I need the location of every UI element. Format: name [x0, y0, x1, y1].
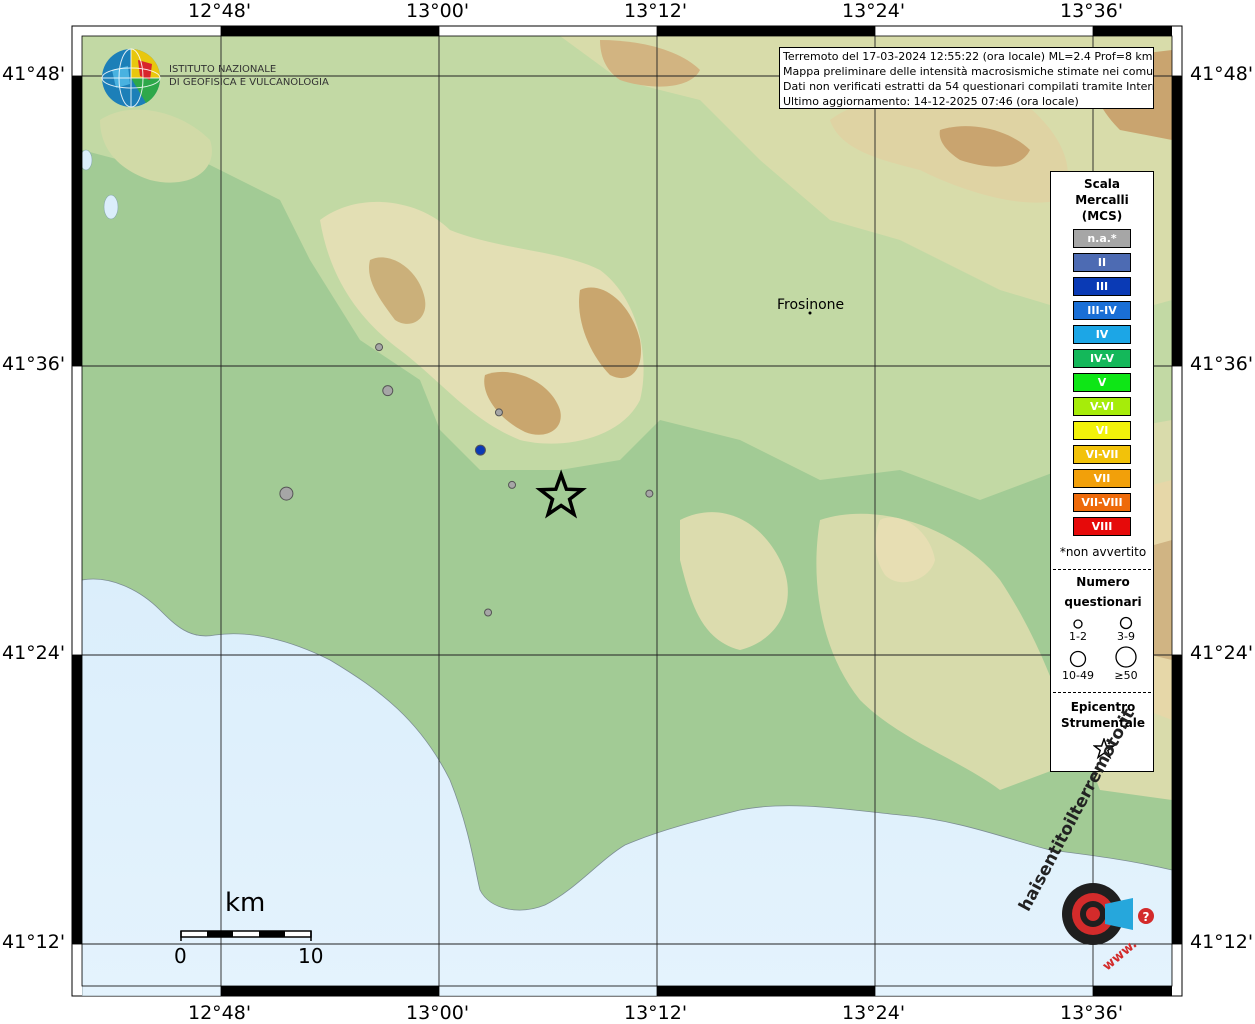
size-label-1-2: 1-2 — [1069, 630, 1087, 643]
ingv-line1: ISTITUTO NAZIONALE — [169, 64, 277, 75]
size-label-3-9: 3-9 — [1117, 630, 1135, 643]
legend-item: VII — [1073, 469, 1131, 488]
info-line-1: Terremoto del 17-03-2024 12:55:22 (ora l… — [783, 50, 1153, 63]
size-symbol-50 — [1115, 646, 1137, 668]
lon-label-top-1312: 13°12' — [624, 0, 688, 22]
intensity-point — [474, 444, 486, 456]
lat-label-left-4112: 41°12' — [2, 931, 66, 953]
legend-item: n.a.* — [1073, 229, 1131, 248]
legend-title-3: (MCS) — [1081, 209, 1123, 223]
intensity-point — [484, 608, 493, 617]
legend-title-1: Scala — [1083, 177, 1121, 191]
legend-numero-title-1: Numero — [1076, 575, 1130, 589]
mcs-legend: Scala Mercalli (MCS) n.a.* II III III-IV IV I… — [1050, 171, 1154, 772]
lat-label-left-4136: 41°36' — [2, 353, 66, 375]
legend-item: III — [1073, 277, 1131, 296]
lon-label-bottom-1324: 13°24' — [842, 1002, 906, 1024]
intensity-point — [494, 408, 503, 417]
lat-label-left-4148: 41°48' — [2, 63, 66, 85]
intensity-point — [375, 343, 384, 352]
legend-epicentro-1: Epicentro — [1070, 700, 1136, 714]
legend-title-2: Mercalli — [1075, 193, 1129, 207]
legend-numero-title-2: questionari — [1064, 595, 1142, 609]
lat-label-right-4148: 41°48' — [1190, 63, 1254, 85]
city-label: Frosinone — [777, 297, 845, 313]
intensity-point — [645, 489, 654, 498]
info-line-2: Mappa preliminare delle intensità macros… — [783, 65, 1154, 78]
lon-label-top-1324: 13°24' — [842, 0, 906, 22]
legend-item: V-VI — [1073, 397, 1131, 416]
lon-label-bottom-1336: 13°36' — [1060, 1002, 1124, 1024]
lon-label-bottom-1312: 13°12' — [624, 1002, 688, 1024]
terrain — [82, 36, 1172, 996]
legend-item: VII-VIII — [1073, 493, 1131, 512]
ingv-logo-text: ISTITUTO NAZIONALE DI GEOFISICA E VULCAN… — [169, 63, 329, 89]
legend-item: IV-V — [1073, 349, 1131, 368]
lat-label-right-4124: 41°24' — [1190, 642, 1254, 664]
lon-label-top-1248: 12°48' — [188, 0, 252, 22]
intensity-point — [279, 486, 294, 501]
legend-epicentro-2: Strumentale — [1060, 716, 1146, 730]
lat-label-right-4112: 41°12' — [1190, 931, 1254, 953]
intensity-point — [508, 480, 517, 489]
size-label-10-49: 10-49 — [1062, 669, 1094, 682]
scale-unit: km — [225, 888, 266, 918]
ingv-line2: DI GEOFISICA E VULCANOLOGIA — [169, 77, 329, 88]
lon-label-top-1300: 13°00' — [406, 0, 470, 22]
scale-start: 0 — [174, 944, 187, 968]
legend-item: VI-VII — [1073, 445, 1131, 464]
svg-text:?: ? — [1143, 910, 1150, 924]
ingv-logo-icon — [101, 48, 161, 108]
lon-label-top-1336: 13°36' — [1060, 0, 1124, 22]
legend-item: II — [1073, 253, 1131, 272]
size-symbol-10-49 — [1069, 650, 1087, 668]
legend-item: IV — [1073, 325, 1131, 344]
size-symbol-3-9 — [1119, 616, 1133, 630]
legend-item: III-IV — [1073, 301, 1131, 320]
legend-item: VI — [1073, 421, 1131, 440]
lon-label-bottom-1248: 12°48' — [188, 1002, 252, 1024]
event-info-box: Terremoto del 17-03-2024 12:55:22 (ora l… — [779, 47, 1154, 109]
info-line-4: Ultimo aggiornamento: 14-12-2025 07:46 (… — [783, 95, 1079, 108]
legend-item: VIII — [1073, 517, 1131, 536]
legend-title: Scala Mercalli (MCS) — [1051, 176, 1153, 224]
lat-label-left-4124: 41°24' — [2, 642, 66, 664]
info-line-3: Dati non verificati estratti da 54 quest… — [783, 80, 1154, 93]
scale-end: 10 — [298, 944, 324, 968]
lat-label-right-4136: 41°36' — [1190, 353, 1254, 375]
legend-note: *non avvertito — [1059, 545, 1147, 559]
lon-label-bottom-1300: 13°00' — [406, 1002, 470, 1024]
intensity-point — [382, 385, 394, 397]
legend-item: V — [1073, 373, 1131, 392]
size-symbol-1-2 — [1073, 619, 1083, 629]
size-label-50: ≥50 — [1114, 669, 1138, 682]
